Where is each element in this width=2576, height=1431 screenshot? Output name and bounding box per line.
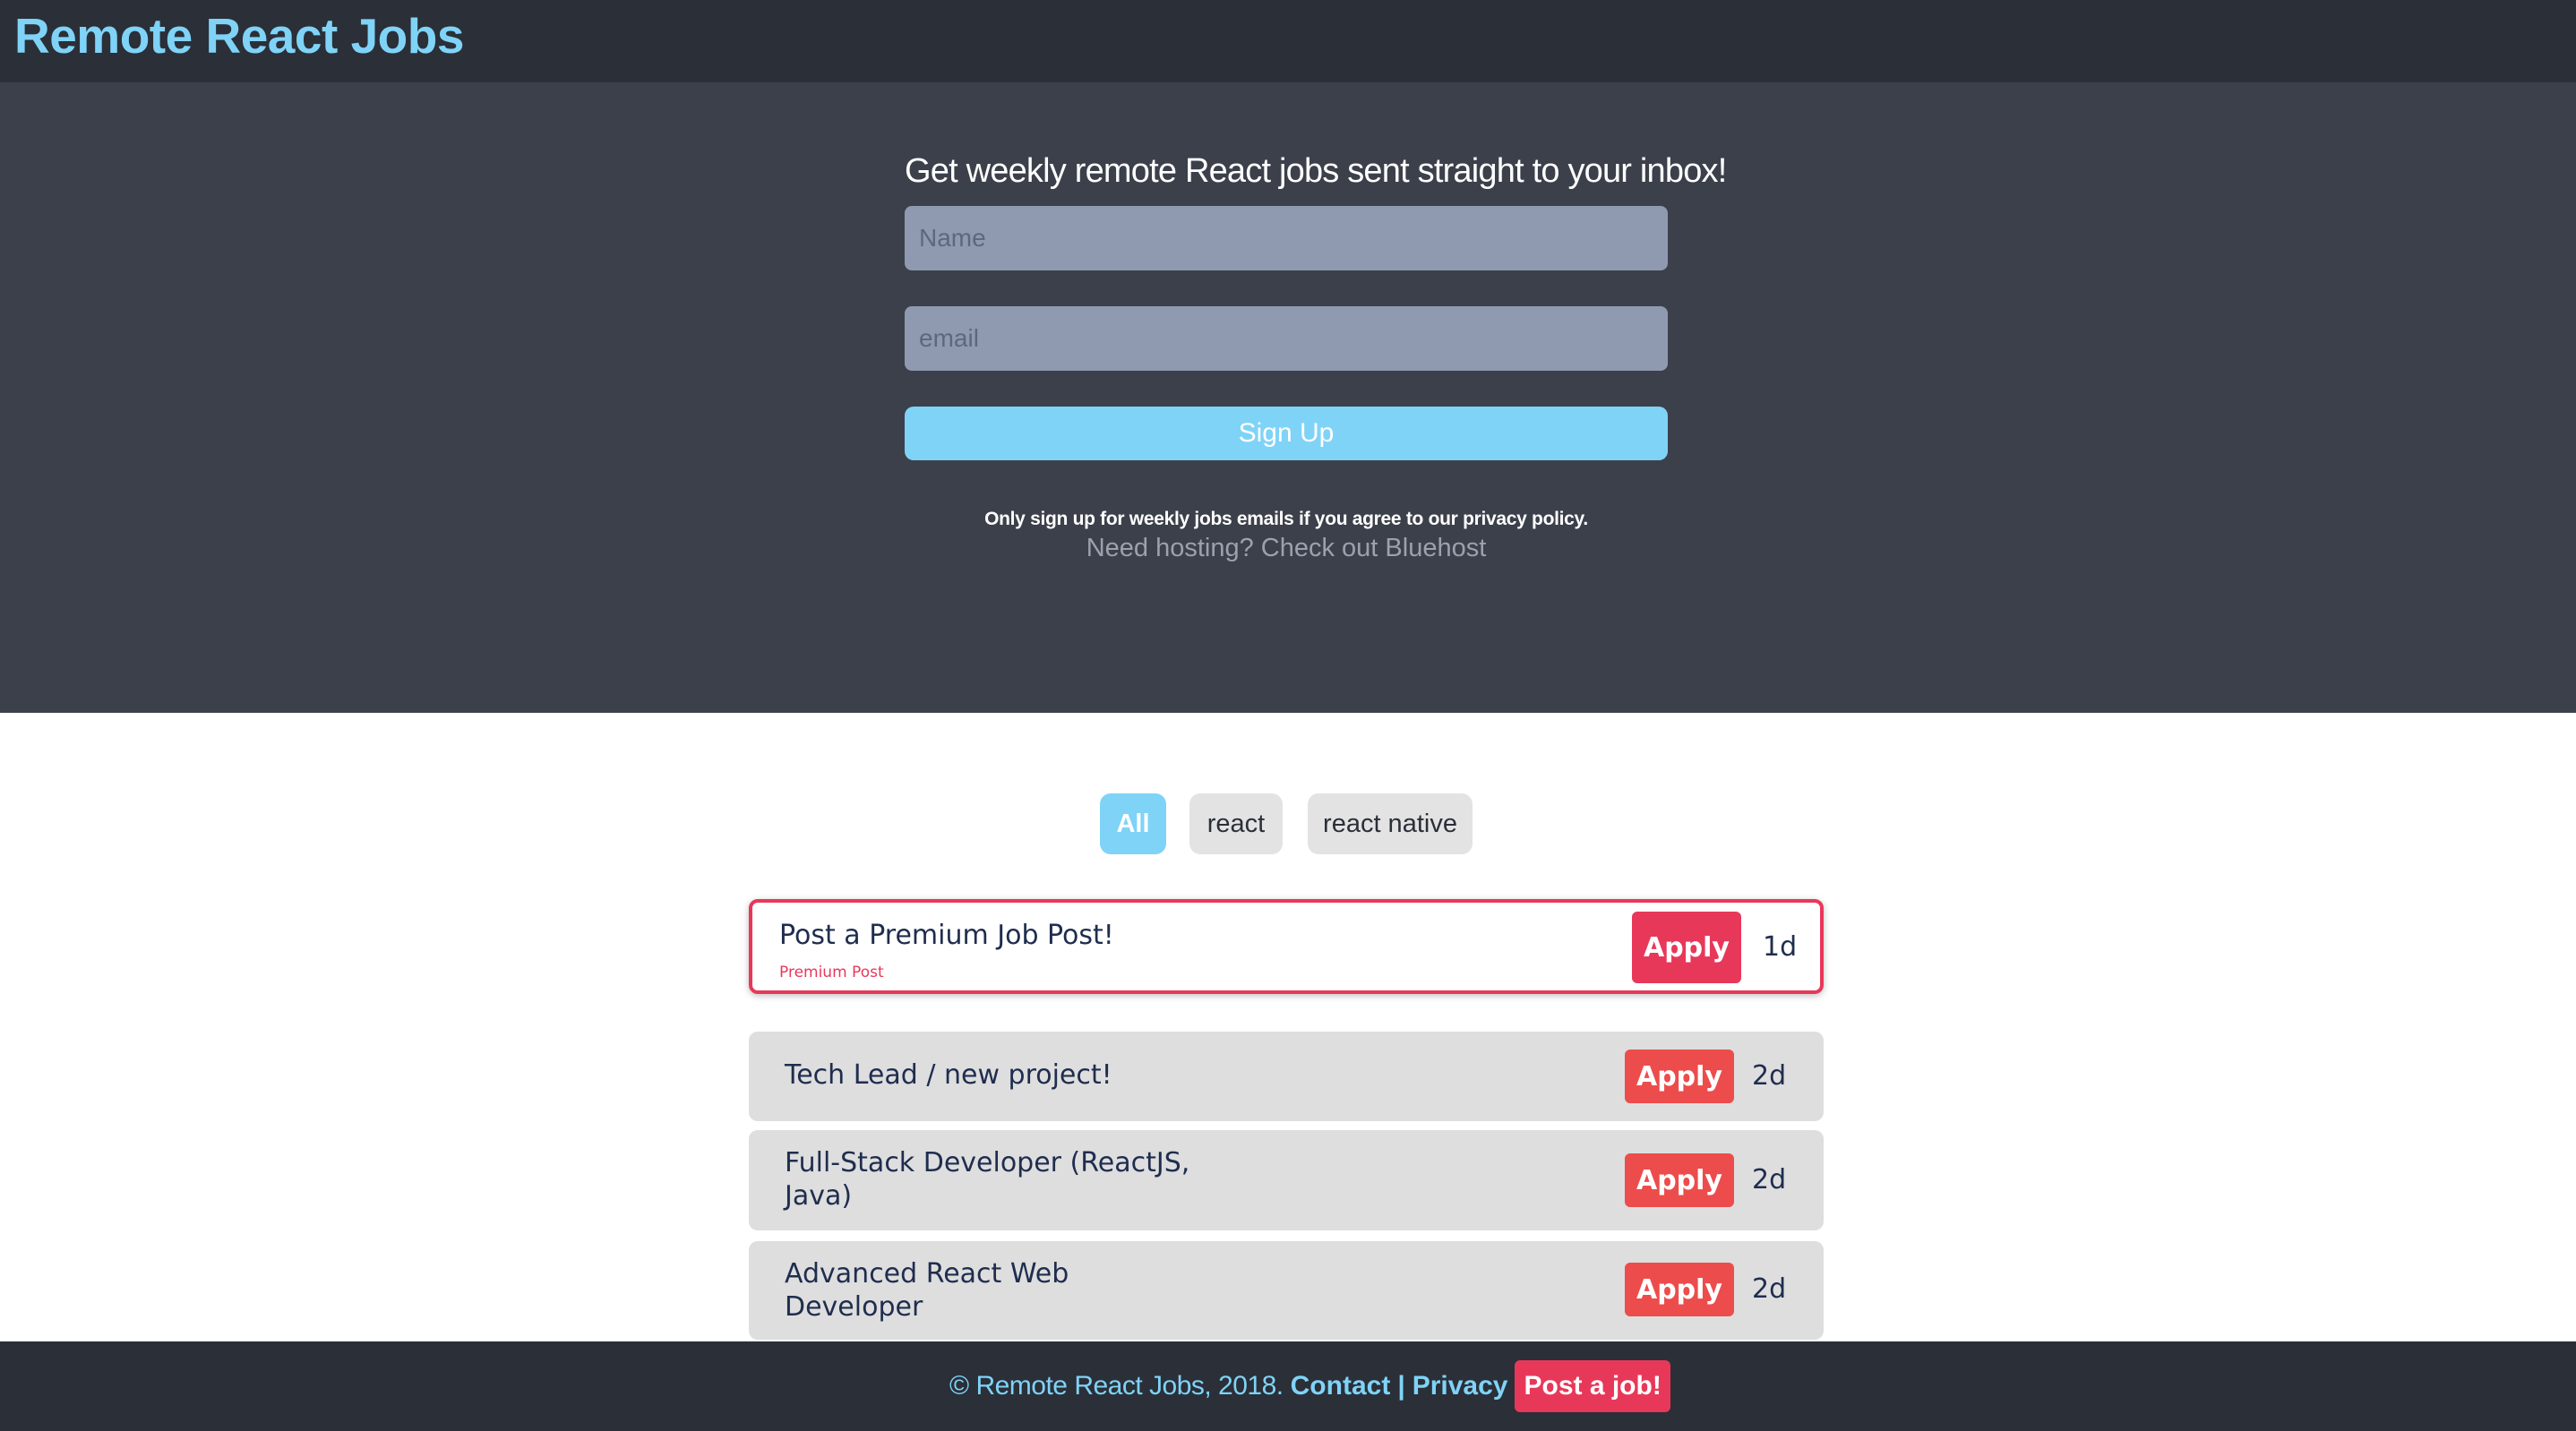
footer-content: © Remote React Jobs, 2018. Contact | Pri… xyxy=(949,1359,1670,1413)
job-title[interactable]: Tech Lead / new project! xyxy=(785,1058,1112,1092)
job-card[interactable]: Tech Lead / new project! Apply 2d xyxy=(749,1032,1824,1121)
filter-react[interactable]: react xyxy=(1189,793,1283,854)
post-job-button[interactable]: Post a job! xyxy=(1515,1360,1670,1412)
signup-heading: Get weekly remote React jobs sent straig… xyxy=(905,152,1727,190)
sign-up-button[interactable]: Sign Up xyxy=(905,407,1668,460)
apply-button[interactable]: Apply xyxy=(1625,1153,1734,1207)
top-navbar: Remote React Jobs xyxy=(0,0,2576,82)
contact-link[interactable]: Contact xyxy=(1291,1371,1391,1401)
footer-separator: | xyxy=(1397,1371,1405,1401)
filter-all[interactable]: All xyxy=(1100,793,1166,854)
privacy-link[interactable]: Privacy xyxy=(1413,1371,1508,1401)
job-card[interactable]: Full-Stack Developer (ReactJS, Java) App… xyxy=(749,1130,1824,1230)
job-title[interactable]: Post a Premium Job Post! xyxy=(779,919,1114,952)
filter-react-native[interactable]: react native xyxy=(1308,793,1473,854)
footer-copyright: © Remote React Jobs, 2018. xyxy=(949,1371,1284,1401)
job-title[interactable]: Advanced React Web Developer xyxy=(785,1257,1143,1324)
name-input[interactable] xyxy=(905,206,1668,270)
job-age: 2d xyxy=(1752,1060,1787,1092)
job-title[interactable]: Full-Stack Developer (ReactJS, Java) xyxy=(785,1146,1250,1212)
hosting-link[interactable]: Need hosting? Check out Bluehost xyxy=(0,534,2572,563)
email-input[interactable] xyxy=(905,306,1668,371)
footer: © Remote React Jobs, 2018. Contact | Pri… xyxy=(0,1341,2576,1431)
site-logo-title[interactable]: Remote React Jobs xyxy=(14,7,464,64)
apply-button[interactable]: Apply xyxy=(1632,912,1741,983)
apply-button[interactable]: Apply xyxy=(1625,1050,1734,1103)
job-age: 2d xyxy=(1752,1273,1787,1305)
premium-badge: Premium Post xyxy=(779,964,884,981)
premium-job-card[interactable]: Post a Premium Job Post! Premium Post Ap… xyxy=(749,899,1824,994)
privacy-note: Only sign up for weekly jobs emails if y… xyxy=(984,509,1588,529)
apply-button[interactable]: Apply xyxy=(1625,1263,1734,1316)
job-age: 1d xyxy=(1763,931,1798,963)
job-card[interactable]: Advanced React Web Developer Apply 2d xyxy=(749,1241,1824,1340)
job-age: 2d xyxy=(1752,1164,1787,1195)
signup-section: Get weekly remote React jobs sent straig… xyxy=(0,82,2576,713)
